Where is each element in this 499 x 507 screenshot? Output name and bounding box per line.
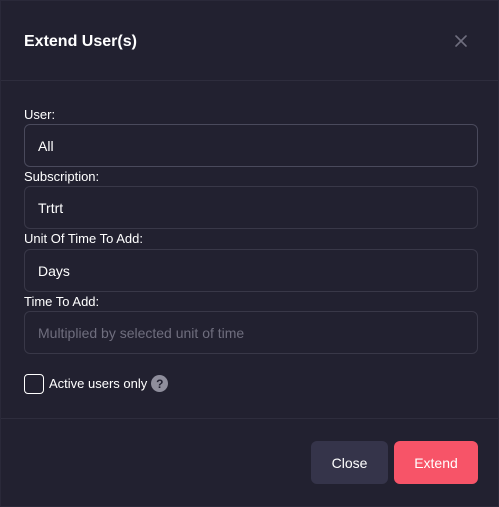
question-circle-icon[interactable]: ?: [151, 375, 169, 392]
extend-users-modal: Extend User(s) User: All Subscription: T…: [0, 0, 499, 507]
unit-of-time-label: Unit Of Time To Add:: [24, 231, 143, 246]
active-users-only-checkbox[interactable]: [24, 373, 44, 394]
active-users-only-label[interactable]: Active users only: [49, 376, 147, 391]
unit-of-time-select-value: Days: [38, 262, 70, 279]
modal-header: Extend User(s): [1, 1, 498, 81]
user-select-value: All: [38, 137, 54, 154]
time-to-add-label: Time To Add:: [24, 294, 100, 309]
extend-button[interactable]: Extend: [394, 441, 478, 484]
subscription-select-value: Trtrt: [38, 199, 64, 216]
modal-title: Extend User(s): [24, 33, 137, 50]
footer-divider: [1, 418, 498, 419]
unit-of-time-select[interactable]: Days: [24, 249, 478, 292]
user-select[interactable]: All: [24, 124, 478, 167]
user-label: User:: [24, 107, 56, 122]
time-to-add-input[interactable]: [24, 311, 478, 354]
close-button[interactable]: Close: [311, 441, 388, 484]
active-users-only-row: Active users only ?: [24, 372, 169, 395]
subscription-label: Subscription:: [24, 169, 100, 184]
close-icon[interactable]: [452, 32, 470, 50]
subscription-select[interactable]: Trtrt: [24, 186, 478, 229]
